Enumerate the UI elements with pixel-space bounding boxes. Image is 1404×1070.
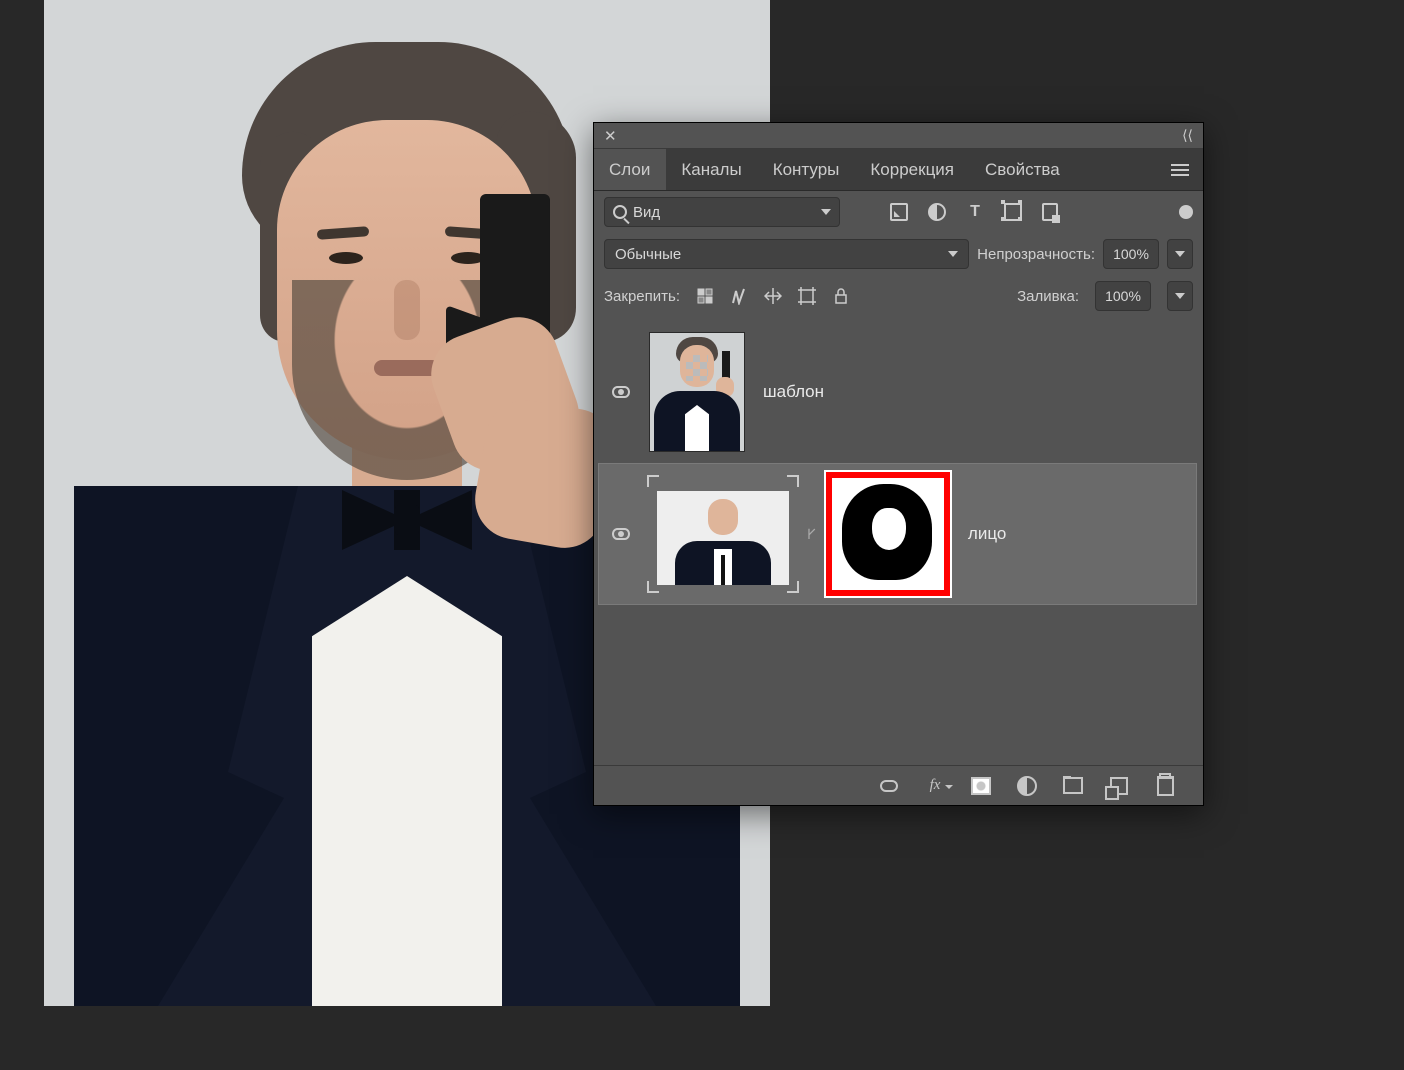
layer-filter-row: Вид T [594, 191, 1203, 233]
fill-value[interactable]: 100% [1095, 281, 1151, 311]
new-adjustment-icon[interactable] [1017, 776, 1037, 796]
chevron-down-icon [821, 209, 831, 215]
visibility-icon[interactable] [612, 386, 630, 398]
filter-type-icon[interactable]: T [966, 203, 984, 221]
layers-panel: ✕ ⟨⟨ Слои Каналы Контуры Коррекция Свойс… [593, 122, 1204, 806]
layer-row[interactable]: шаблон [598, 321, 1197, 463]
panel-tabs: Слои Каналы Контуры Коррекция Свойства [594, 149, 1203, 191]
chevron-down-icon [1175, 293, 1185, 299]
blend-row: Обычные Непрозрачность: 100% [594, 233, 1203, 275]
tab-properties[interactable]: Свойства [970, 149, 1076, 190]
opacity-dropdown[interactable] [1167, 239, 1193, 269]
blend-mode-value: Обычные [615, 246, 681, 263]
layer-name[interactable]: лицо [968, 524, 1006, 544]
chevron-down-icon [948, 251, 958, 257]
filter-adjustment-icon[interactable] [928, 203, 946, 221]
layer-filter-select[interactable]: Вид [604, 197, 840, 227]
delete-layer-icon[interactable] [1155, 776, 1175, 796]
opacity-label: Непрозрачность: [977, 246, 1095, 263]
add-mask-icon[interactable] [971, 776, 991, 796]
search-icon [613, 205, 627, 219]
link-layers-icon[interactable] [879, 776, 899, 796]
panel-titlebar[interactable]: ✕ ⟨⟨ [594, 123, 1203, 149]
lock-all-icon[interactable] [832, 287, 850, 305]
visibility-icon[interactable] [612, 528, 630, 540]
layer-name[interactable]: шаблон [763, 382, 824, 402]
filter-toggle[interactable] [1179, 205, 1193, 219]
tab-layers[interactable]: Слои [594, 149, 666, 190]
filter-pixel-icon[interactable] [890, 203, 908, 221]
layer-thumbnail[interactable] [649, 477, 797, 591]
lock-transparency-icon[interactable] [696, 287, 714, 305]
layer-style-icon[interactable]: fx [925, 776, 945, 796]
filter-shape-icon[interactable] [1004, 203, 1022, 221]
panel-bottom-bar: fx [594, 765, 1203, 805]
lock-artboard-icon[interactable] [798, 287, 816, 305]
fill-label: Заливка: [1017, 288, 1079, 305]
filter-label: Вид [633, 204, 660, 221]
filter-smartobject-icon[interactable] [1042, 203, 1058, 221]
tab-adjustments[interactable]: Коррекция [855, 149, 970, 190]
opacity-value[interactable]: 100% [1103, 239, 1159, 269]
layer-mask-thumbnail[interactable] [826, 472, 950, 596]
new-layer-icon[interactable] [1109, 776, 1129, 796]
lock-row: Закрепить: Заливка: 100% [594, 275, 1203, 317]
close-icon[interactable]: ✕ [604, 127, 617, 145]
layers-list: шаблон 𐌖 лицо [594, 317, 1203, 609]
layer-thumbnail[interactable] [649, 332, 745, 452]
layer-row[interactable]: 𐌖 лицо [598, 463, 1197, 605]
tab-channels[interactable]: Каналы [666, 149, 757, 190]
mask-link-icon[interactable]: 𐌖 [807, 526, 816, 543]
collapse-icon[interactable]: ⟨⟨ [1182, 127, 1193, 144]
new-group-icon[interactable] [1063, 776, 1083, 796]
fill-dropdown[interactable] [1167, 281, 1193, 311]
lock-position-icon[interactable] [764, 287, 782, 305]
blend-mode-select[interactable]: Обычные [604, 239, 969, 269]
panel-menu-button[interactable] [1157, 149, 1203, 190]
hamburger-icon [1171, 169, 1189, 171]
tab-paths[interactable]: Контуры [758, 149, 856, 190]
chevron-down-icon [1175, 251, 1185, 257]
lock-label: Закрепить: [604, 288, 680, 305]
lock-pixels-icon[interactable] [730, 287, 748, 305]
